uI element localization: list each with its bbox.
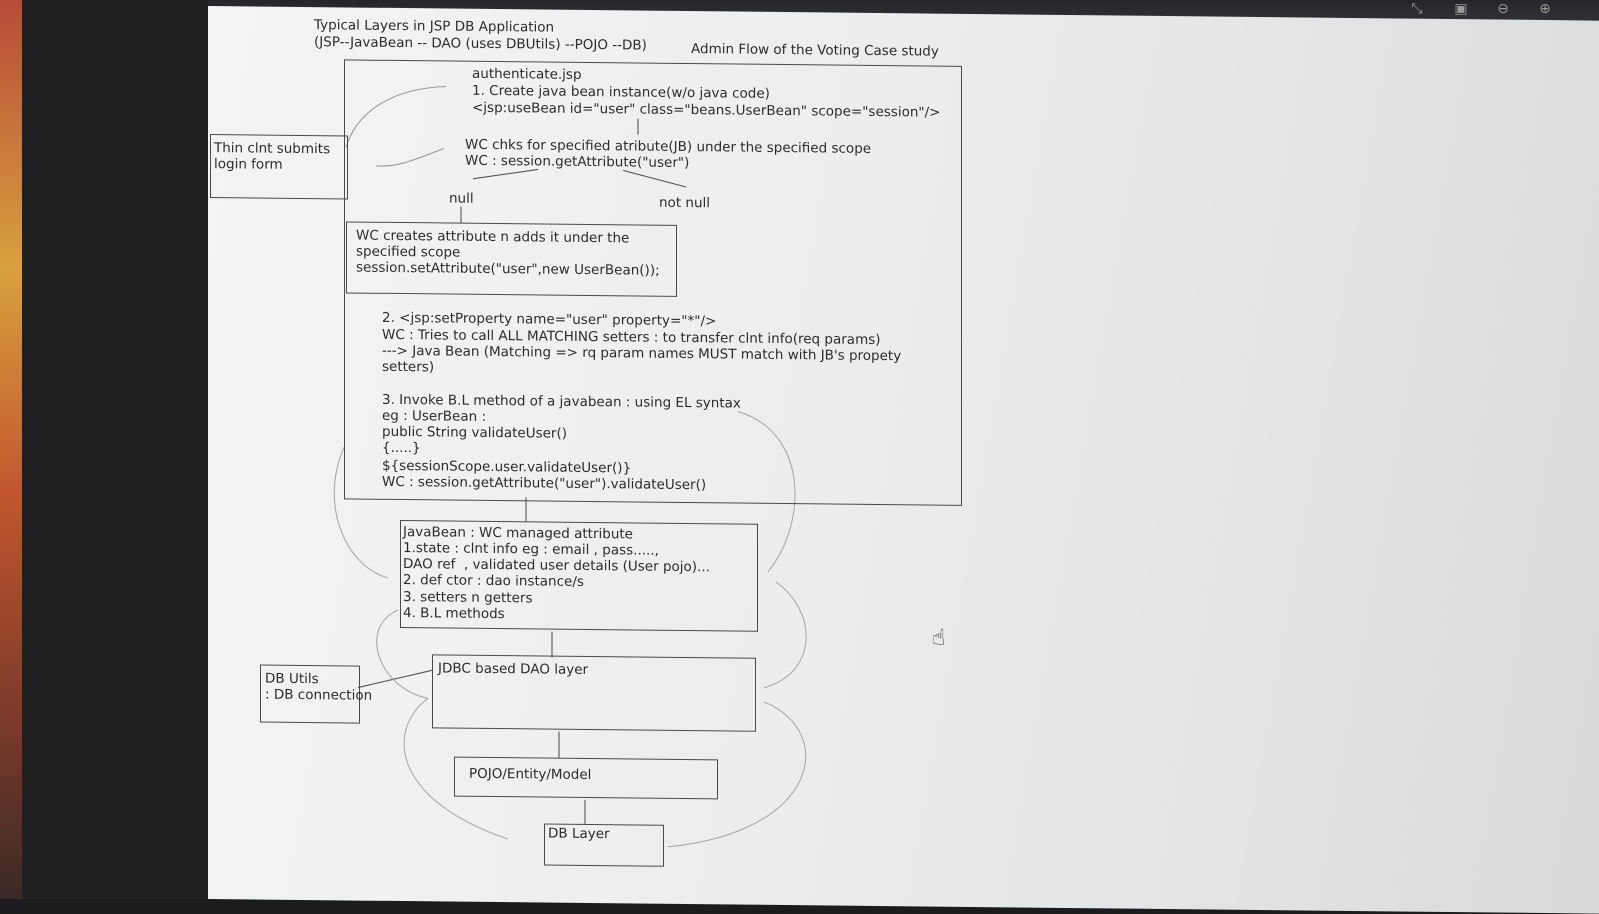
create-line3: session.setAttribute("user",new UserBean… [356, 259, 660, 279]
dbutils-line2: : DB connection [265, 686, 373, 704]
client-line2: login form [214, 156, 283, 173]
zoom-out-icon[interactable]: ⊖ [1492, 0, 1514, 18]
javabean-line5: 3. setters n getters [403, 589, 533, 607]
step3-line3: public String validateUser() [382, 423, 567, 442]
create-line2: specified scope [356, 243, 461, 261]
step3-line6: WC : session.getAttribute("user").valida… [382, 473, 707, 494]
dbutils-line1: DB Utils [265, 670, 319, 688]
db-layer-label: DB Layer [548, 825, 610, 843]
zoom-in-icon[interactable]: ⊕ [1534, 0, 1556, 18]
dao-label: JDBC based DAO layer [438, 660, 589, 678]
pojo-label: POJO/Entity/Model [469, 765, 592, 784]
step3-line4: {.....} [382, 439, 421, 457]
diagram-title: Typical Layers in JSP DB Application [314, 17, 555, 36]
diagram-canvas: Typical Layers in JSP DB Application (JS… [208, 6, 1599, 914]
javabean-line6: 4. B.L methods [403, 605, 505, 623]
hand-cursor-icon: ☝ [932, 625, 946, 651]
collapse-icon[interactable]: ⤡ [1406, 0, 1428, 18]
javabean-line4: 2. def ctor : dao instance/s [403, 572, 584, 590]
step2-line4: setters) [382, 358, 435, 376]
step3-line2: eg : UserBean : [382, 407, 487, 425]
auth-wc-get: WC : session.getAttribute("user") [465, 152, 690, 172]
photo-bezel-left [0, 0, 22, 899]
null-label: null [449, 190, 474, 207]
auth-step1: 1. Create java bean instance(w/o java co… [472, 82, 770, 102]
admin-flow-label: Admin Flow of the Voting Case study [691, 41, 939, 60]
not-null-label: not null [659, 194, 711, 212]
client-line1: Thin clnt submits [214, 140, 331, 158]
auth-file-name: authenticate.jsp [472, 65, 582, 83]
screenshot-icon[interactable]: ▣ [1450, 0, 1472, 18]
